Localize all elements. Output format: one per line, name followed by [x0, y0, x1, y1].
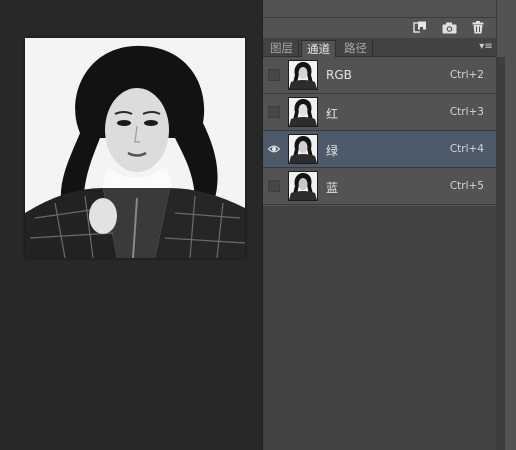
portrait-image: [25, 38, 245, 258]
channel-thumbnail: [288, 97, 318, 127]
panel-menu-icon[interactable]: ▾≡: [479, 41, 493, 53]
channel-row-red[interactable]: 红 Ctrl+3: [263, 94, 496, 131]
visibility-toggle[interactable]: [268, 106, 280, 118]
visibility-toggle[interactable]: [267, 143, 281, 155]
photoshop-workspace: 图层 通道 路径 ▾≡ RGB Ctrl+2 红 Ctrl+3 绿 Ctrl+4…: [0, 0, 516, 450]
channel-thumbnail: [288, 171, 318, 201]
panel-toolbar: [263, 18, 496, 38]
channel-name: RGB: [326, 68, 352, 82]
panel-header-bar: [263, 0, 496, 18]
channel-row-green[interactable]: 绿 Ctrl+4: [263, 131, 496, 168]
channel-row-blue[interactable]: 蓝 Ctrl+5: [263, 168, 496, 205]
channel-shortcut: Ctrl+2: [449, 69, 484, 81]
channel-shortcut: Ctrl+4: [449, 143, 484, 155]
channel-name: 红: [326, 107, 339, 121]
channel-shortcut: Ctrl+3: [449, 106, 484, 118]
panel-tab-strip: 图层 通道 路径 ▾≡: [263, 38, 496, 57]
visibility-toggle[interactable]: [268, 180, 280, 192]
channel-name: 蓝: [326, 181, 339, 195]
visibility-toggle[interactable]: [268, 69, 280, 81]
eye-icon: [267, 145, 281, 153]
channel-row-rgb[interactable]: RGB Ctrl+2: [263, 57, 496, 94]
camera-icon[interactable]: [441, 20, 457, 35]
tab-paths[interactable]: 路径: [339, 40, 373, 57]
channel-list: RGB Ctrl+2 红 Ctrl+3 绿 Ctrl+4 蓝 Ctrl+5: [263, 57, 496, 205]
trash-icon[interactable]: [470, 20, 486, 35]
channel-list-empty-area: [263, 206, 496, 450]
scrollbar-track[interactable]: [497, 57, 505, 450]
channel-thumbnail: [288, 60, 318, 90]
channels-panel: 图层 通道 路径 ▾≡ RGB Ctrl+2 红 Ctrl+3 绿 Ctrl+4…: [262, 0, 496, 450]
tab-layers[interactable]: 图层: [265, 40, 299, 57]
document-canvas-area: [0, 0, 262, 450]
channel-thumbnail: [288, 134, 318, 164]
document-image[interactable]: [25, 38, 245, 258]
channel-name: 绿: [326, 144, 339, 158]
new-channel-icon[interactable]: [412, 20, 428, 35]
tab-channels[interactable]: 通道: [301, 40, 336, 57]
channel-shortcut: Ctrl+5: [449, 180, 484, 192]
